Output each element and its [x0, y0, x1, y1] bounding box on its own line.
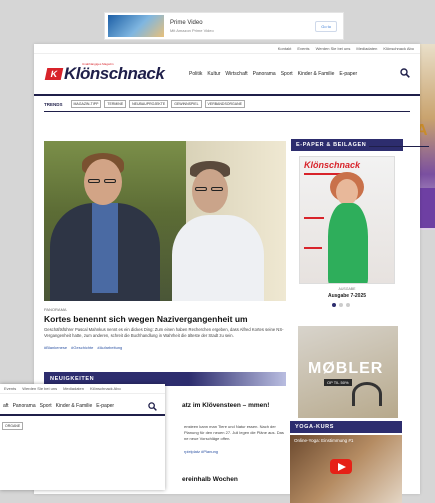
yoga-video[interactable]: Online-Yoga: Einstimmung #1: [290, 435, 402, 503]
news-title[interactable]: atz im Klövensteen – mmen!: [182, 402, 292, 409]
epaper-cover[interactable]: Klönschnack: [299, 156, 395, 284]
nav-item[interactable]: Politik: [189, 71, 202, 77]
nav-item[interactable]: E-paper: [339, 71, 357, 77]
search-icon[interactable]: [148, 402, 157, 411]
trend-tag[interactable]: VERBANDSORGANE: [204, 100, 245, 108]
moebler-subtitle: OP TIL 50%: [324, 379, 352, 386]
carousel-dot[interactable]: [332, 303, 336, 307]
cover-woman-head: [336, 179, 358, 205]
divider: [44, 111, 410, 112]
utility-link[interactable]: Klönschnack Abo: [383, 44, 414, 53]
utility-nav: Kontakt Events Werden Sie bei uns Mediad…: [34, 44, 420, 54]
cover-stripe: [304, 247, 322, 249]
glasses: [195, 187, 207, 191]
callout-line: [369, 146, 429, 147]
trend-tag[interactable]: NEUBAUPROJEKTE: [129, 100, 169, 108]
person-left-shirt: [92, 203, 118, 293]
logo-tagline: Unabhängiges Magazin: [82, 62, 114, 66]
moebler-ad[interactable]: MØBLER OP TIL 50%: [298, 326, 398, 418]
article-tag[interactable]: #Aufarbeitung: [97, 345, 122, 350]
person-right-body: [172, 215, 264, 301]
utility-link[interactable]: Events: [297, 44, 309, 53]
nav-item[interactable]: Sport: [281, 71, 293, 77]
article-kicker: PANORAMA: [44, 307, 67, 312]
news-tags[interactable]: rpielplatz #Planung: [184, 449, 218, 455]
utility-link[interactable]: Mediadaten: [356, 44, 377, 53]
trend-tag[interactable]: ORGANE: [2, 422, 24, 430]
person-right-head: [192, 169, 228, 213]
utility-link[interactable]: Werden Sie bei uns: [316, 44, 351, 53]
epaper-section-header: E-PAPER & BEILAGEN: [291, 139, 403, 151]
nav-item[interactable]: Panorama: [253, 71, 276, 77]
site-logo[interactable]: K Klönschnack Unabhängiges Magazin: [44, 62, 165, 84]
ad-go-button[interactable]: Go to: [315, 20, 337, 32]
zoomed-overlay: Events Werden Sie bei uns Mediadaten Klö…: [0, 384, 165, 490]
trends-bar: TRENDS MAGAZIN-TIPP TERMINE NEUBAUPROJEK…: [44, 100, 245, 108]
video-title: Online-Yoga: Einstimmung #1: [294, 438, 354, 443]
trend-tag[interactable]: TERMINE: [104, 100, 127, 108]
moebler-title: MØBLER: [308, 360, 384, 377]
glasses: [211, 187, 223, 191]
utility-link[interactable]: Events: [4, 384, 16, 393]
article-title[interactable]: Kortes benennt sich wegen Nazivergangenh…: [44, 314, 286, 324]
cover-logo: Klönschnack: [304, 160, 361, 170]
site-header: K Klönschnack Unabhängiges Magazin Polit…: [34, 54, 420, 96]
article-teaser: Geschäftsführer Pascal Mahnkus nennt es …: [44, 327, 284, 338]
nav-item[interactable]: Sport: [40, 403, 52, 409]
article-tag[interactable]: #Blankenese: [44, 345, 67, 350]
nav-item[interactable]: Panorama: [13, 403, 36, 409]
news-title[interactable]: ereinhalb Wochen: [182, 476, 238, 483]
carousel-dots[interactable]: [332, 303, 350, 307]
hero-image[interactable]: [44, 141, 286, 301]
chair-graphic: [352, 382, 382, 406]
ad-thumbnail: [108, 15, 164, 37]
overlay-utility-nav: Events Werden Sie bei uns Mediadaten Klö…: [0, 384, 165, 394]
utility-link[interactable]: Mediadaten: [63, 384, 84, 393]
overlay-main-nav: aft Panorama Sport Kinder & Familie E-pa…: [0, 398, 165, 416]
search-icon[interactable]: [400, 68, 410, 78]
nav-item[interactable]: E-paper: [96, 403, 114, 409]
utility-link[interactable]: Klönschnack Abo: [90, 384, 121, 393]
ad-title: Prime Video: [170, 19, 203, 26]
main-nav: Politik Kultur Wirtschaft Panorama Sport…: [189, 71, 357, 77]
news-teaser: ensteen kann man Tiere und Natur essen. …: [184, 424, 284, 441]
glasses: [104, 179, 116, 183]
trends-label: TRENDS: [44, 101, 63, 107]
carousel-dot[interactable]: [339, 303, 343, 307]
cover-stripe: [304, 217, 324, 219]
nav-item[interactable]: aft: [3, 403, 9, 409]
play-icon: [338, 463, 346, 471]
cover-woman-dress: [328, 203, 368, 283]
logo-mark: K: [44, 68, 64, 80]
ad-subtitle: Mit Amazon Prime Video: [170, 27, 214, 33]
nav-item[interactable]: Kinder & Familie: [56, 403, 93, 409]
trend-tag[interactable]: GEWINNSPIEL: [171, 100, 202, 108]
logo-text: Klönschnack: [64, 64, 165, 83]
article-tag[interactable]: #Geschichte: [71, 345, 93, 350]
nav-item[interactable]: Kultur: [207, 71, 220, 77]
carousel-dot[interactable]: [346, 303, 350, 307]
issue-number[interactable]: Ausgabe 7-2025: [299, 293, 395, 299]
article-tags: #Blankenese #Geschichte #Aufarbeitung: [44, 345, 122, 350]
utility-link[interactable]: Kontakt: [278, 44, 292, 53]
utility-link[interactable]: Werden Sie bei uns: [22, 384, 57, 393]
glasses: [88, 179, 100, 183]
issue-label: AUSGABE: [338, 287, 356, 291]
yoga-section-header: YOGA-KURS: [290, 421, 402, 433]
nav-item[interactable]: Wirtschaft: [225, 71, 247, 77]
top-banner-ad[interactable]: Prime Video Mit Amazon Prime Video Go to: [104, 12, 344, 40]
trend-tag[interactable]: MAGAZIN-TIPP: [70, 100, 102, 108]
nav-item[interactable]: Kinder & Familie: [298, 71, 335, 77]
